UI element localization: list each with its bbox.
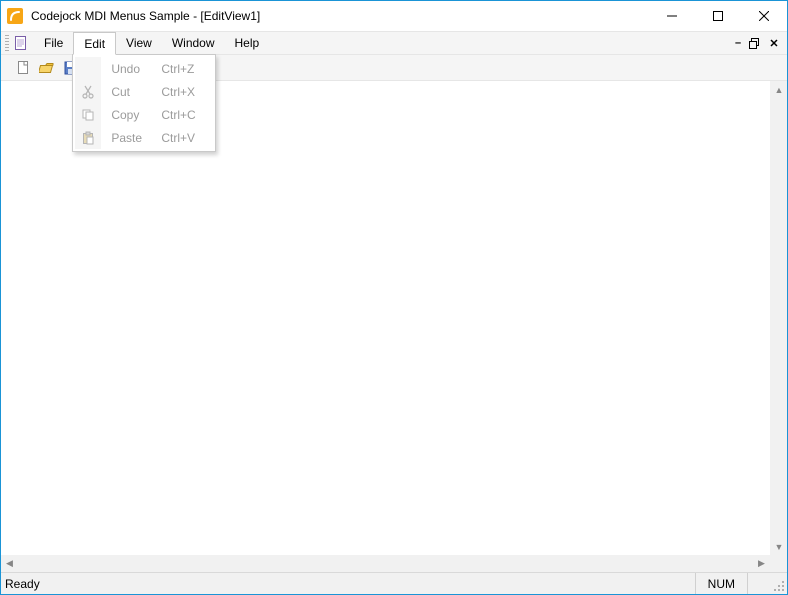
menu-item-paste[interactable]: Paste Ctrl+V: [105, 126, 209, 149]
menu-window[interactable]: Window: [162, 32, 225, 54]
menu-item-shortcut: Ctrl+V: [161, 131, 209, 145]
document-area[interactable]: Undo Ctrl+Z Cut Ctrl+X Copy Ctrl+C Paste…: [1, 81, 770, 555]
menu-item-undo[interactable]: Undo Ctrl+Z: [105, 57, 209, 80]
menu-item-cut[interactable]: Cut Ctrl+X: [105, 80, 209, 103]
status-num: NUM: [695, 573, 747, 594]
menu-file-label: File: [44, 36, 63, 50]
edit-dropdown: Undo Ctrl+Z Cut Ctrl+X Copy Ctrl+C Paste…: [72, 54, 216, 152]
menu-item-shortcut: Ctrl+X: [161, 85, 209, 99]
scroll-right-icon[interactable]: ▶: [753, 555, 770, 572]
copy-icon: [75, 103, 101, 126]
vertical-scrollbar[interactable]: ▲ ▼: [770, 81, 787, 555]
mdi-minimize-icon[interactable]: –: [731, 37, 745, 49]
open-file-button[interactable]: [36, 57, 58, 79]
maximize-button[interactable]: [695, 1, 741, 31]
scroll-down-icon[interactable]: ▼: [771, 538, 787, 555]
close-button[interactable]: [741, 1, 787, 31]
minimize-button[interactable]: [649, 1, 695, 31]
menu-item-label: Undo: [105, 62, 161, 76]
status-bar: Ready NUM: [1, 572, 787, 594]
menu-bar: File Edit View Window Help – ✕: [1, 31, 787, 55]
menu-window-label: Window: [172, 36, 215, 50]
paste-icon: [75, 126, 101, 149]
mdi-restore-icon[interactable]: [749, 38, 763, 49]
menu-view[interactable]: View: [116, 32, 162, 54]
status-ready: Ready: [1, 577, 695, 591]
menu-file[interactable]: File: [34, 32, 73, 54]
menu-item-label: Copy: [105, 108, 161, 122]
new-file-button[interactable]: [12, 57, 34, 79]
scroll-track[interactable]: [771, 98, 787, 538]
menu-item-shortcut: Ctrl+Z: [161, 62, 209, 76]
scrollbar-corner: [770, 555, 787, 572]
scroll-left-icon[interactable]: ◀: [1, 555, 18, 572]
scroll-up-icon[interactable]: ▲: [771, 81, 787, 98]
status-empty: [747, 573, 769, 594]
app-icon: [7, 8, 23, 24]
mdi-document-icon[interactable]: [12, 32, 30, 54]
menu-item-shortcut: Ctrl+C: [161, 108, 209, 122]
window-title: Codejock MDI Menus Sample - [EditView1]: [31, 9, 260, 23]
client-area: Undo Ctrl+Z Cut Ctrl+X Copy Ctrl+C Paste…: [1, 81, 787, 555]
menu-item-copy[interactable]: Copy Ctrl+C: [105, 103, 209, 126]
menu-item-label: Cut: [105, 85, 161, 99]
horizontal-scrollbar[interactable]: ◀ ▶: [1, 555, 787, 572]
size-grip[interactable]: [769, 573, 787, 594]
toolbar-grip[interactable]: [5, 35, 9, 51]
mdi-window-controls: – ✕: [731, 32, 787, 54]
cut-icon: [75, 80, 101, 103]
menu-edit-label: Edit: [84, 37, 105, 51]
menu-item-label: Paste: [105, 131, 161, 145]
undo-icon: [75, 57, 101, 80]
scroll-track[interactable]: [18, 555, 753, 572]
title-bar: Codejock MDI Menus Sample - [EditView1]: [1, 1, 787, 31]
menu-edit[interactable]: Edit: [73, 32, 116, 55]
mdi-close-icon[interactable]: ✕: [767, 37, 781, 50]
menu-view-label: View: [126, 36, 152, 50]
menu-help[interactable]: Help: [225, 32, 270, 54]
menu-help-label: Help: [235, 36, 260, 50]
